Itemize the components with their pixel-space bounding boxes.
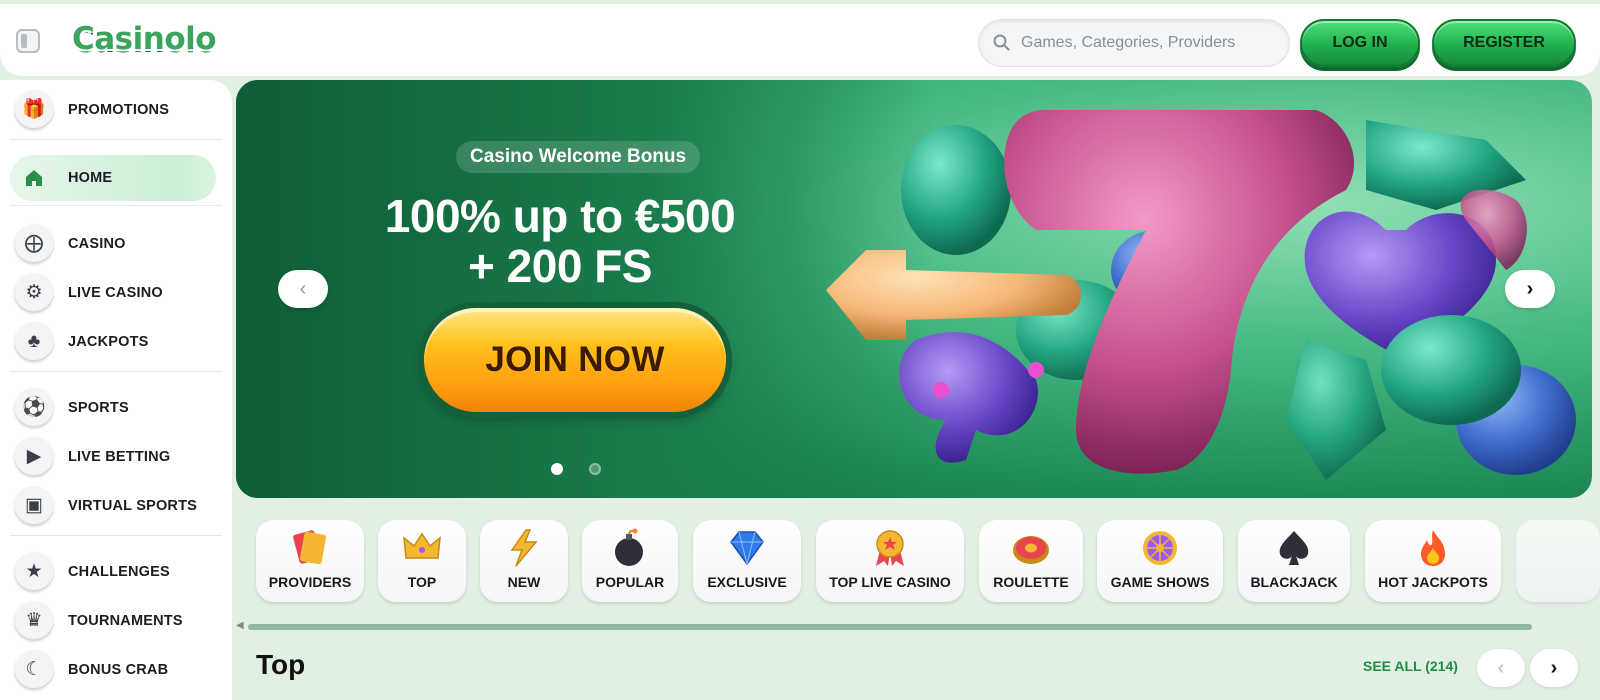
category-popular[interactable]: POPULAR <box>582 520 678 602</box>
sidebar-item-jackpots[interactable]: ♣ JACKPOTS <box>10 319 216 365</box>
category-providers[interactable]: PROVIDERS <box>256 520 364 602</box>
spade-icon <box>1279 531 1309 565</box>
banner-headline-line1: 100% up to €500 <box>384 190 736 242</box>
casino-chip-icon: ⨁ <box>14 224 54 264</box>
sidebar-item-bonus-crab[interactable]: ☾ BONUS CRAB <box>10 647 216 693</box>
sidebar-item-promotions[interactable]: 🎁 PROMOTIONS <box>10 87 216 133</box>
medal-icon <box>876 530 904 566</box>
category-blackjack[interactable]: BLACKJACK <box>1238 520 1350 602</box>
sidebar-item-label: CHALLENGES <box>68 564 170 580</box>
star-trophy-icon: ★ <box>14 552 54 592</box>
sidebar-item-challenges[interactable]: ★ CHALLENGES <box>10 549 216 595</box>
sidebar-item-casino[interactable]: ⨁ CASINO <box>10 221 216 267</box>
join-now-button[interactable]: JOIN NOW <box>424 308 726 412</box>
see-all-link[interactable]: SEE ALL (214) <box>1363 658 1458 674</box>
sidebar-item-label: PROMOTIONS <box>68 102 170 118</box>
sidebar-item-virtual-sports[interactable]: ▣ VIRTUAL SPORTS <box>10 483 216 529</box>
category-scrollbar[interactable] <box>248 624 1532 630</box>
sidebar-item-label: VIRTUAL SPORTS <box>68 498 198 514</box>
search-input[interactable] <box>1021 20 1283 66</box>
category-game-shows[interactable]: GAME SHOWS <box>1097 520 1223 602</box>
divider <box>10 205 222 206</box>
sidebar-item-label: LIVE BETTING <box>68 449 171 465</box>
sidebar-item-label: BONUS CRAB <box>68 662 169 678</box>
category-label: TOP LIVE CASINO <box>829 574 951 590</box>
category-label: EXCLUSIVE <box>707 574 787 590</box>
crab-icon: ☾ <box>14 650 54 690</box>
banner-headline-line2: + 200 FS <box>468 240 652 292</box>
gift-icon: 🎁 <box>14 90 54 130</box>
category-label: ROULETTE <box>993 574 1069 590</box>
slide-dot-1[interactable] <box>551 463 563 475</box>
cards-icon <box>293 530 326 565</box>
virtual-sports-icon: ▣ <box>14 486 54 526</box>
diamond-icon <box>730 531 764 566</box>
sidebar-item-label: HOME <box>68 170 113 186</box>
club-icon: ♣ <box>14 322 54 362</box>
sidebar-nav: 🎁 PROMOTIONS HOME ⨁ CASINO ⚙ LIVE CASINO… <box>0 80 232 700</box>
sidebar-item-sports[interactable]: ⚽ SPORTS <box>10 385 216 431</box>
crown-icon <box>403 532 441 559</box>
sidebar-toggle-icon[interactable] <box>16 29 40 53</box>
category-row: PROVIDERS TOP NEW POPULAR EXCLUSIVE TOP … <box>256 520 1600 606</box>
trophy-icon: ♛ <box>14 601 54 641</box>
sidebar-item-tournaments[interactable]: ♛ TOURNAMENTS <box>10 598 216 644</box>
soccer-ball-icon: ⚽ <box>14 388 54 428</box>
sidebar-item-live-betting[interactable]: ▶ LIVE BETTING <box>10 434 216 480</box>
chevron-left-icon: ‹ <box>1497 657 1505 679</box>
chevron-right-icon: › <box>1526 278 1534 300</box>
hero-banner[interactable]: Casino Welcome Bonus 100% up to €500 + 2… <box>236 80 1592 498</box>
flame-icon <box>1421 530 1445 566</box>
sidebar-item-label: LIVE CASINO <box>68 285 163 301</box>
balloon-artwork <box>826 110 1576 480</box>
register-button[interactable]: REGISTER <box>1432 19 1576 67</box>
category-top-live-casino[interactable]: TOP LIVE CASINO <box>816 520 964 602</box>
divider <box>10 535 222 536</box>
poker-chip-icon: ⚙ <box>14 273 54 313</box>
section-title-top: Top <box>256 649 306 680</box>
chevron-right-icon: › <box>1550 657 1558 679</box>
category-label: POPULAR <box>595 574 665 590</box>
wheel-icon <box>1143 531 1177 565</box>
sidebar-item-label: JACKPOTS <box>68 334 149 350</box>
lightning-icon <box>510 529 538 567</box>
banner-next-button[interactable]: › <box>1505 270 1555 308</box>
chevron-left-icon: ‹ <box>299 278 307 300</box>
category-hot-jackpots[interactable]: HOT JACKPOTS <box>1365 520 1501 602</box>
casinolo-logo[interactable]: Casinolo <box>72 16 217 62</box>
divider <box>10 371 222 372</box>
roulette-icon <box>1013 536 1049 564</box>
sidebar-item-label: CASINO <box>68 236 126 252</box>
banner-prev-button[interactable]: ‹ <box>278 270 328 308</box>
slide-dot-2[interactable] <box>589 463 601 475</box>
divider <box>10 139 222 140</box>
bomb-icon <box>615 528 643 566</box>
sidebar-item-home[interactable]: HOME <box>10 155 216 201</box>
home-icon <box>14 158 54 198</box>
category-label: HOT JACKPOTS <box>1378 574 1488 590</box>
category-label: GAME SHOWS <box>1110 574 1210 590</box>
category-partial-tile[interactable] <box>1516 520 1600 602</box>
search-icon <box>993 34 1010 51</box>
bonus-tag: Casino Welcome Bonus <box>456 141 701 173</box>
category-label: TOP <box>407 574 437 590</box>
category-label: PROVIDERS <box>268 574 352 590</box>
category-new[interactable]: NEW <box>480 520 568 602</box>
sidebar-item-label: SPORTS <box>68 400 129 416</box>
section-next-button[interactable]: › <box>1530 649 1578 687</box>
login-button[interactable]: LOG IN <box>1300 19 1420 67</box>
search-bar[interactable] <box>978 19 1290 67</box>
category-exclusive[interactable]: EXCLUSIVE <box>693 520 801 602</box>
top-header: Casinolo LOG IN REGISTER <box>0 4 1600 76</box>
category-roulette[interactable]: ROULETTE <box>979 520 1083 602</box>
category-label: BLACKJACK <box>1250 574 1338 590</box>
section-prev-button[interactable]: ‹ <box>1477 649 1525 687</box>
scroll-left-icon[interactable]: ◀ <box>236 620 244 631</box>
category-scrollbar-thumb[interactable] <box>248 624 1532 630</box>
sidebar-item-label: TOURNAMENTS <box>68 613 183 629</box>
sidebar-item-live-casino[interactable]: ⚙ LIVE CASINO <box>10 270 216 316</box>
category-top[interactable]: TOP <box>378 520 466 602</box>
tv-play-icon: ▶ <box>14 437 54 477</box>
category-label: NEW <box>507 574 541 590</box>
